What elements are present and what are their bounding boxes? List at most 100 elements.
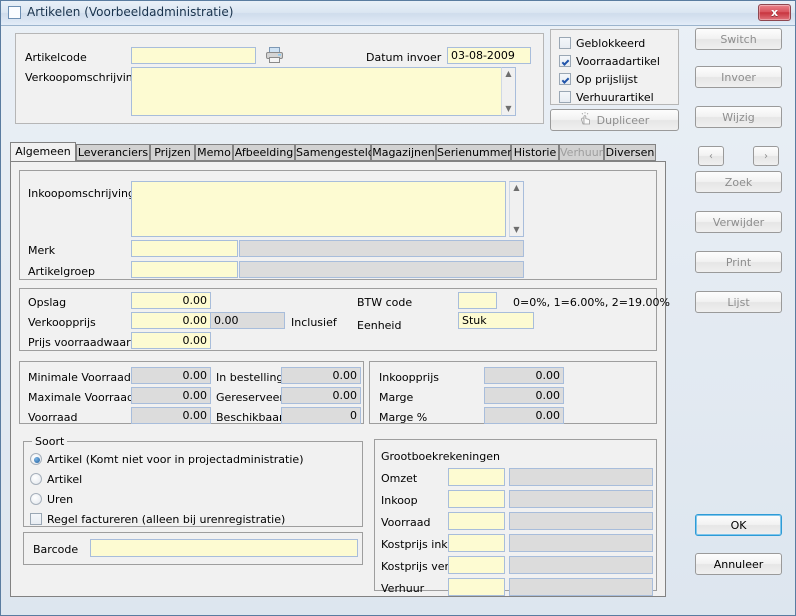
title-bar: Artikelen (Voorbeeldadministratie) x: [1, 1, 795, 26]
verkoopomschrijving-input[interactable]: [131, 67, 516, 116]
tab-verhuur[interactable]: Verhuur: [559, 144, 604, 161]
close-icon[interactable]: x: [758, 4, 791, 21]
datum-invoer-input[interactable]: [447, 47, 531, 64]
voorraad-label: Voorraad: [28, 411, 78, 424]
merk-description: [239, 240, 524, 257]
barcode-label: Barcode: [33, 543, 79, 556]
scroll-down-icon[interactable]: ▼: [502, 103, 515, 115]
checkbox-op-prijslijst[interactable]: [559, 73, 571, 85]
radio-artikel[interactable]: [30, 473, 42, 485]
hand-click-icon: [580, 112, 591, 128]
tab-algemeen[interactable]: Algemeen: [10, 142, 76, 162]
grootboek-voorraad-desc: [509, 512, 653, 530]
checkbox-voorraadartikel[interactable]: [559, 55, 571, 67]
tab-leveranciers[interactable]: Leveranciers: [76, 144, 150, 161]
grootboek-verhuur-label: Verhuur: [381, 582, 425, 595]
tab-historie[interactable]: Historie: [511, 144, 559, 161]
invoer-button[interactable]: Invoer: [695, 66, 782, 88]
grootboek-kostprijs-verk-code[interactable]: [448, 556, 505, 574]
eenheid-input[interactable]: [458, 312, 534, 329]
grootboek-kostprijs-verk-desc: [509, 556, 653, 574]
scroll-up-icon[interactable]: ▲: [502, 68, 515, 80]
inkoopomschrijving-scrollbar[interactable]: ▲ ▼: [509, 181, 524, 237]
grootboek-inkoop-label: Inkoop: [381, 494, 418, 507]
verkoopprijs-input[interactable]: [131, 312, 211, 329]
maximale-voorraad-value: 0.00: [131, 387, 211, 404]
maximale-voorraad-label: Maximale Voorraad: [28, 391, 135, 404]
tab-memo[interactable]: Memo: [195, 144, 233, 161]
inclusief-label: Inclusief: [291, 316, 337, 329]
verkoopprijs-label: Verkoopprijs: [28, 316, 96, 329]
artikelen-window: Artikelen (Voorbeeldadministratie) x Art…: [0, 0, 796, 616]
grootboek-inkoop-code[interactable]: [448, 490, 505, 508]
marge-pct-value: 0.00: [484, 407, 564, 424]
chevron-right-icon: ›: [764, 150, 768, 162]
wijzig-button[interactable]: Wijzig: [695, 106, 782, 128]
grootboek-verhuur-desc: [509, 578, 653, 596]
scroll-down-icon[interactable]: ▼: [510, 224, 523, 236]
label-voorraadartikel: Voorraadartikel: [576, 55, 660, 68]
zoek-button[interactable]: Zoek: [695, 171, 782, 193]
grootboek-caption: Grootboekrekeningen: [381, 450, 500, 463]
grootboek-verhuur-code[interactable]: [448, 578, 505, 596]
checkbox-regel-factureren[interactable]: [30, 513, 42, 525]
grootboek-omzet-code[interactable]: [448, 468, 505, 486]
tab-algemeen-label: Algemeen: [15, 145, 71, 158]
grootboek-kostprijs-ink-code[interactable]: [448, 534, 505, 552]
scroll-up-icon[interactable]: ▲: [510, 182, 523, 194]
ok-button[interactable]: OK: [695, 514, 782, 536]
tab-prijzen[interactable]: Prijzen: [150, 144, 195, 161]
radio-artikel-project[interactable]: [30, 453, 42, 465]
ok-label: OK: [730, 518, 747, 532]
voorraad-value: 0.00: [131, 407, 211, 424]
printer-icon[interactable]: [265, 46, 285, 64]
checkbox-geblokkeerd[interactable]: [559, 37, 571, 49]
dupliceer-button[interactable]: Dupliceer: [550, 109, 679, 131]
cancel-button[interactable]: Annuleer: [695, 553, 782, 575]
radio-uren[interactable]: [30, 493, 42, 505]
grootboek-kostprijs-ink-label: Kostprijs ink.: [381, 538, 452, 551]
grootboek-voorraad-code[interactable]: [448, 512, 505, 530]
next-button[interactable]: ›: [753, 146, 779, 166]
inkoopomschrijving-input[interactable]: [131, 181, 506, 237]
wijzig-label: Wijzig: [722, 110, 755, 124]
artikelcode-input[interactable]: [131, 47, 256, 64]
tab-diversen[interactable]: Diversen: [604, 144, 656, 161]
datum-invoer-label: Datum invoer: [366, 51, 442, 64]
btw-code-input[interactable]: [458, 292, 497, 309]
barcode-input[interactable]: [90, 539, 358, 557]
verkoopomschrijving-scrollbar[interactable]: ▲ ▼: [501, 67, 516, 116]
marge-value: 0.00: [484, 387, 564, 404]
switch-button[interactable]: Switch: [695, 28, 782, 50]
inkoopomschrijving-label: Inkoopomschrijving: [28, 187, 135, 200]
minimale-voorraad-label: Minimale Voorraad: [28, 371, 131, 384]
marge-label: Marge: [379, 391, 414, 404]
tab-diversen-label: Diversen: [605, 146, 655, 159]
beschikbaar-label: Beschikbaar: [216, 411, 284, 424]
opslag-label: Opslag: [28, 296, 67, 309]
print-button[interactable]: Print: [695, 251, 782, 273]
verwijder-button[interactable]: Verwijder: [695, 211, 782, 233]
merk-input[interactable]: [131, 240, 238, 257]
inkoopprijs-value: 0.00: [484, 367, 564, 384]
opslag-input[interactable]: [131, 292, 211, 309]
tab-leveranciers-label: Leveranciers: [77, 146, 149, 159]
tab-afbeelding-label: Afbeelding: [234, 146, 294, 159]
grootboek-inkoop-desc: [509, 490, 653, 508]
artikelgroep-input[interactable]: [131, 261, 238, 278]
tab-afbeelding[interactable]: Afbeelding: [233, 144, 295, 161]
tab-strip: Algemeen Leveranciers Prijzen Memo Afbee…: [10, 142, 666, 162]
prijs-voorraadwaard-input[interactable]: [131, 332, 211, 349]
inkoopprijs-label: Inkoopprijs: [379, 371, 439, 384]
radio-uren-label: Uren: [47, 493, 74, 506]
tab-samengesteld[interactable]: Samengesteld: [295, 144, 375, 161]
prev-button[interactable]: ‹: [698, 146, 724, 166]
verkoopprijs-inclusief-value: 0.00: [210, 312, 285, 329]
tab-magazijnen[interactable]: Magazijnen: [371, 144, 436, 161]
gereserveerd-label: Gereserveerd: [216, 391, 291, 404]
regel-factureren-label: Regel factureren (alleen bij urenregistr…: [47, 513, 286, 526]
zoek-label: Zoek: [724, 175, 753, 189]
lijst-button[interactable]: Lijst: [695, 291, 782, 313]
checkbox-verhuurartikel[interactable]: [559, 91, 571, 103]
tab-serienummers[interactable]: Serienummers: [436, 144, 518, 161]
